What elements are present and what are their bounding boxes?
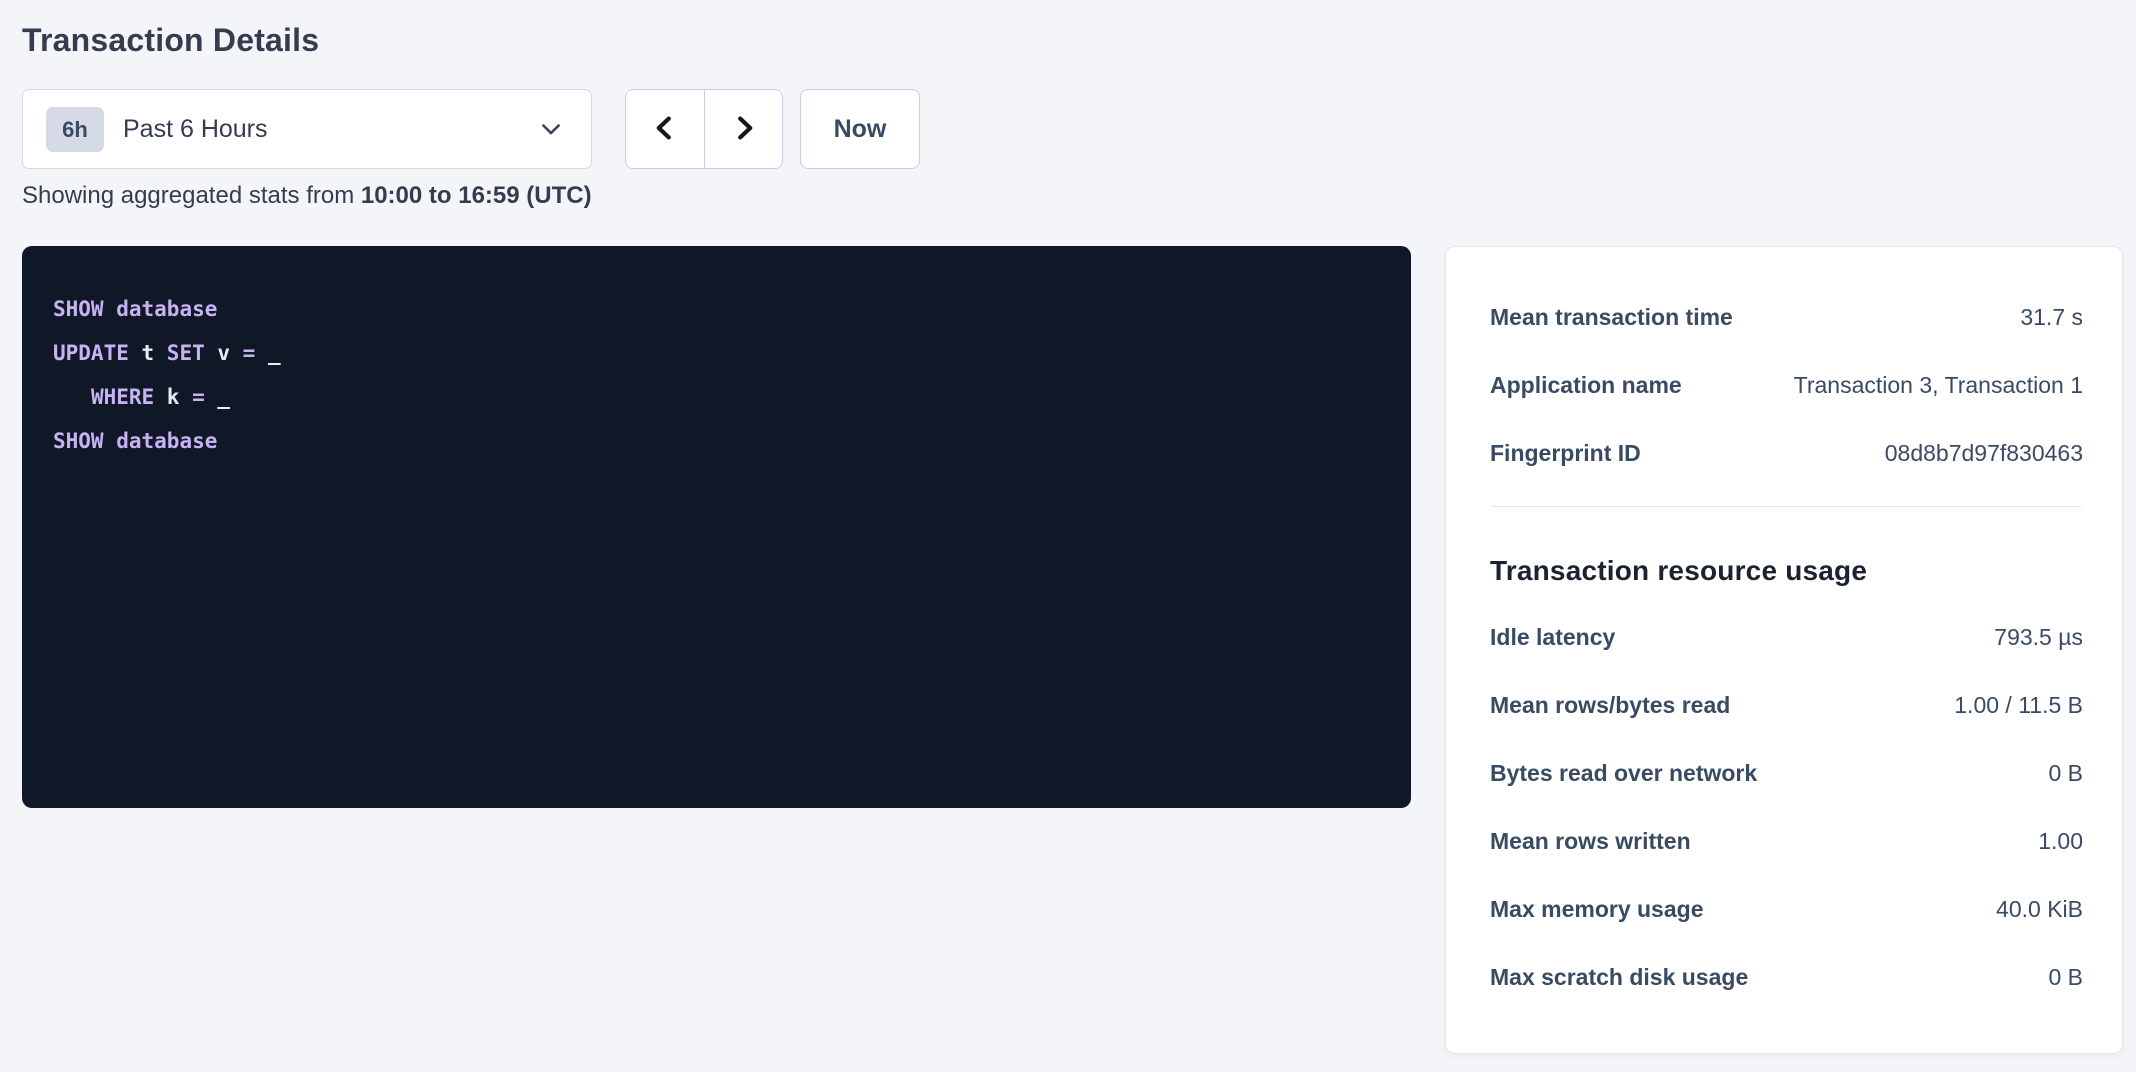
sql-token: SET [167, 341, 205, 365]
sql-token: WHERE [91, 385, 154, 409]
stat-value: 40.0 KiB [1996, 894, 2083, 924]
stat-label: Bytes read over network [1490, 758, 1757, 788]
stat-row: Mean transaction time 31.7 s [1490, 302, 2083, 332]
stat-row: Max memory usage 40.0 KiB [1490, 894, 2083, 924]
sql-token: v [205, 341, 243, 365]
time-range-badge: 6h [46, 107, 104, 152]
stat-label: Max memory usage [1490, 894, 1703, 924]
now-button[interactable]: Now [800, 89, 920, 169]
chevron-left-icon [650, 111, 680, 148]
resource-stats: Idle latency 793.5 µs Mean rows/bytes read… [1490, 622, 2083, 992]
sql-token: = [243, 341, 256, 365]
sql-token: t [129, 341, 167, 365]
stat-label: Fingerprint ID [1490, 438, 1641, 468]
stat-value: 0 B [2048, 758, 2083, 788]
stat-label: Mean rows/bytes read [1490, 690, 1730, 720]
sql-token: database [116, 297, 217, 321]
time-range-dropdown[interactable]: 6h Past 6 Hours [22, 89, 592, 169]
stat-value: 1.00 / 11.5 B [1954, 690, 2083, 720]
chevron-down-icon [537, 115, 565, 143]
stat-row: Fingerprint ID 08d8b7d97f830463 [1490, 438, 2083, 468]
summary-range: 10:00 to 16:59 (UTC) [361, 182, 592, 209]
stat-value: 0 B [2048, 962, 2083, 992]
stat-label: Mean rows written [1490, 826, 1691, 856]
stat-row: Idle latency 793.5 µs [1490, 622, 2083, 652]
stat-value: 31.7 s [2020, 302, 2083, 332]
divider [1492, 506, 2083, 507]
resource-usage-heading: Transaction resource usage [1490, 554, 2083, 588]
stat-row: Bytes read over network 0 B [1490, 758, 2083, 788]
sql-line: UPDATE t SET v = _ [53, 331, 1391, 375]
transaction-details-page: Transaction Details 6h Past 6 Hours Now … [0, 0, 2136, 1054]
sql-token: _ [205, 385, 230, 409]
sql-token: SHOW [53, 297, 104, 321]
sql-token [104, 297, 117, 321]
sql-token: SHOW [53, 429, 104, 453]
stat-value: 08d8b7d97f830463 [1885, 438, 2083, 468]
sql-token: = [192, 385, 205, 409]
time-picker-controls: 6h Past 6 Hours Now [22, 89, 2136, 169]
chevron-right-icon [729, 111, 759, 148]
overview-stats: Mean transaction time 31.7 s Application n… [1490, 302, 2083, 468]
summary-prefix: Showing aggregated stats from [22, 182, 361, 209]
stat-value: Transaction 3, Transaction 1 [1794, 370, 2083, 400]
time-range-label: Past 6 Hours [123, 115, 268, 144]
sql-token [104, 429, 117, 453]
stat-label: Max scratch disk usage [1490, 962, 1748, 992]
sql-token: _ [255, 341, 280, 365]
stat-row: Mean rows/bytes read 1.00 / 11.5 B [1490, 690, 2083, 720]
stat-row: Application name Transaction 3, Transacti… [1490, 370, 2083, 400]
sql-line: WHERE k = _ [53, 375, 1391, 419]
time-range-nav [625, 89, 783, 169]
sql-line: SHOW database [53, 287, 1391, 331]
main-content: SHOW databaseUPDATE t SET v = _ WHERE k … [22, 246, 2136, 1054]
sql-statement-box: SHOW databaseUPDATE t SET v = _ WHERE k … [22, 246, 1411, 808]
time-range-summary: Showing aggregated stats from 10:00 to 1… [22, 180, 2136, 212]
sql-token: k [154, 385, 192, 409]
sql-line: SHOW database [53, 419, 1391, 463]
stat-row: Mean rows written 1.00 [1490, 826, 2083, 856]
stat-value: 1.00 [2038, 826, 2083, 856]
prev-time-button[interactable] [626, 90, 704, 168]
transaction-stats-card: Mean transaction time 31.7 s Application n… [1445, 246, 2123, 1054]
sql-token: database [116, 429, 217, 453]
sql-token [53, 385, 91, 409]
stat-label: Application name [1490, 370, 1682, 400]
next-time-button[interactable] [704, 90, 782, 168]
stat-row: Max scratch disk usage 0 B [1490, 962, 2083, 992]
stat-label: Mean transaction time [1490, 302, 1733, 332]
page-title: Transaction Details [22, 23, 2136, 57]
stat-value: 793.5 µs [1994, 622, 2083, 652]
stat-label: Idle latency [1490, 622, 1615, 652]
sql-token: UPDATE [53, 341, 129, 365]
